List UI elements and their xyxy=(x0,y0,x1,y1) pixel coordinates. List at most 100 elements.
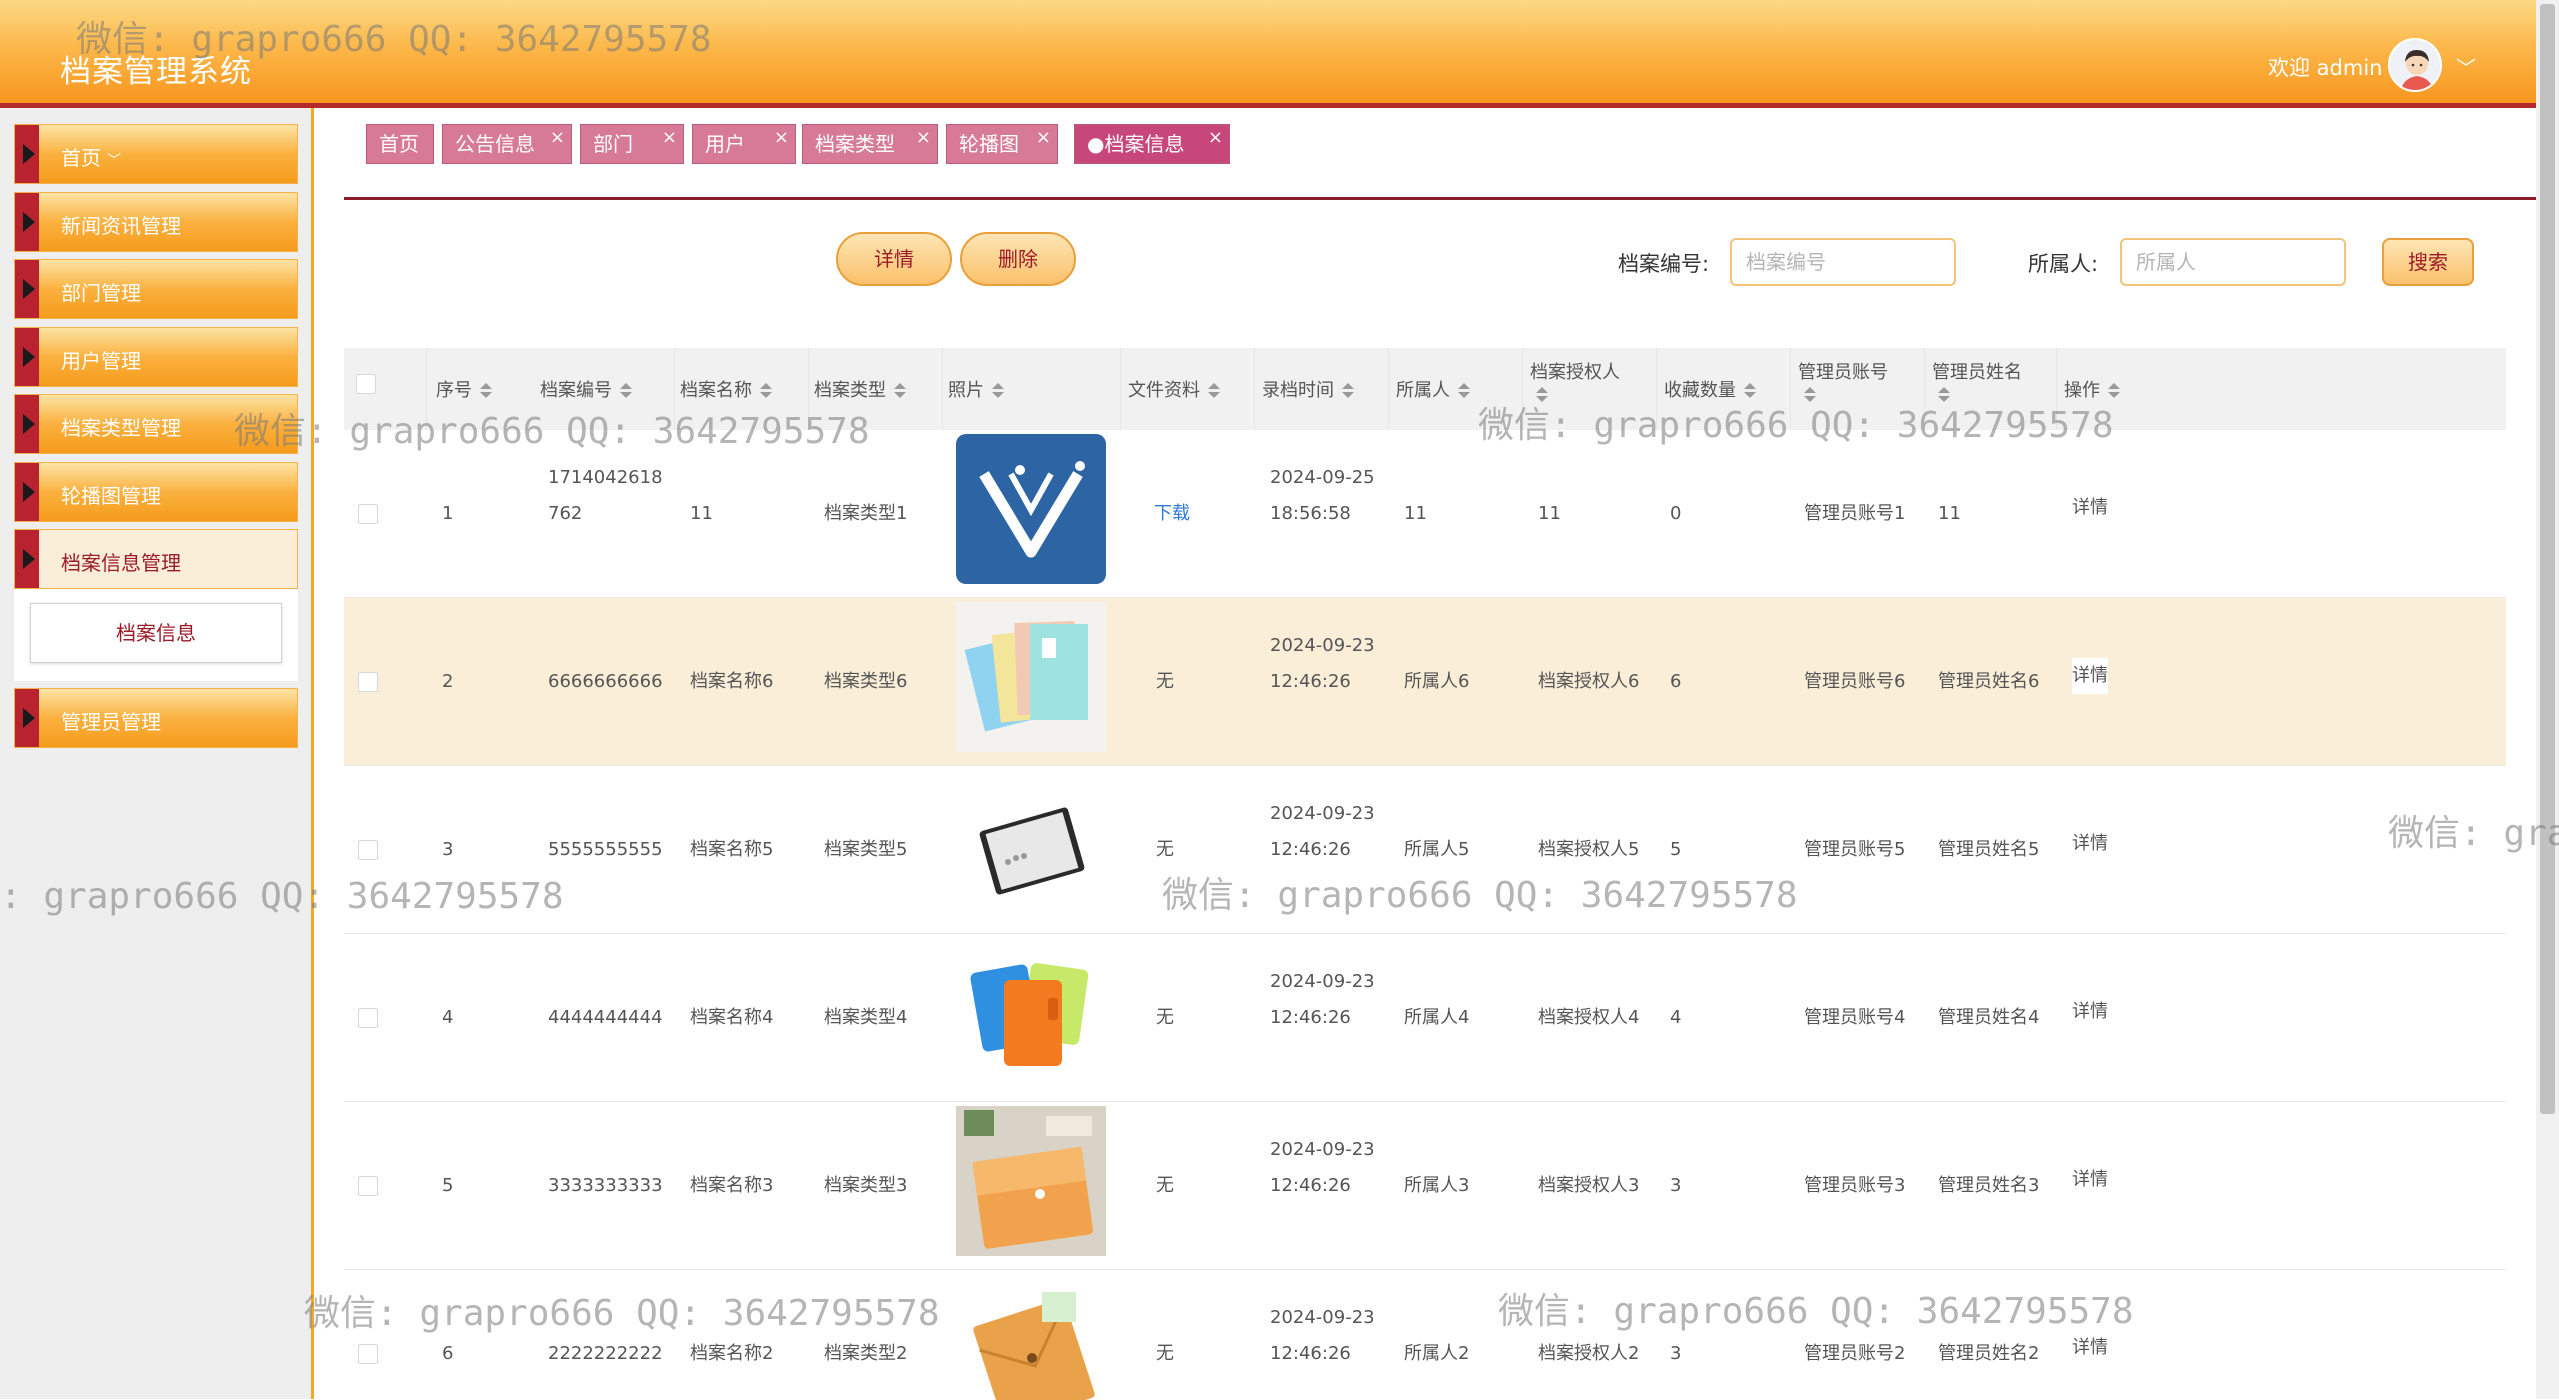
sidebar-item-archive-types[interactable]: 档案类型管理 xyxy=(14,394,298,454)
sidebar-item-archive-info[interactable]: 档案信息管理 xyxy=(14,529,298,589)
cell-owner: 所属人6 xyxy=(1404,671,1470,692)
table-row[interactable]: 4 4444444444 档案名称4 档案类型4 无 2024-09-23 12:… xyxy=(344,934,2506,1102)
cell-archive-name: 档案名称4 xyxy=(690,1007,774,1028)
close-icon[interactable]: × xyxy=(1208,119,1223,157)
cell-admin-name: 管理员姓名4 xyxy=(1938,1007,2040,1028)
tab-archive-info[interactable]: ●档案信息 × xyxy=(1074,124,1230,164)
row-detail-link[interactable]: 详情 xyxy=(2072,994,2108,1030)
sidebar: 首页 ﹀ 新闻资讯管理 部门管理 用户管理 档案类型管理 轮播图管理 档案信息管理… xyxy=(0,108,314,1399)
sidebar-item-news[interactable]: 新闻资讯管理 xyxy=(14,192,298,252)
archive-no-input[interactable] xyxy=(1730,238,1956,286)
col-record-time[interactable]: 录档时间 xyxy=(1262,376,1354,402)
close-icon[interactable]: × xyxy=(916,119,931,157)
tab-announcements[interactable]: 公告信息 × xyxy=(442,124,572,164)
sidebar-item-users[interactable]: 用户管理 xyxy=(14,327,298,387)
vertical-scrollbar[interactable] xyxy=(2536,0,2559,1399)
col-owner[interactable]: 所属人 xyxy=(1396,376,1470,402)
search-button[interactable]: 搜索 xyxy=(2382,238,2474,286)
cell-archive-no: 5555555555 xyxy=(548,839,663,860)
cell-record-time: 2024-09-25 18:56:58 xyxy=(1270,467,1375,524)
table-row[interactable]: 2 6666666666 档案名称6 档案类型6 无 2024-09-23 12:… xyxy=(344,598,2506,766)
col-authorized[interactable]: 档案授权人 xyxy=(1530,358,1620,405)
cell-authorized: 档案授权人4 xyxy=(1538,1007,1640,1028)
col-admin-name[interactable]: 管理员姓名 xyxy=(1932,358,2022,405)
col-actions[interactable]: 操作 xyxy=(2064,376,2120,402)
owner-input[interactable] xyxy=(2120,238,2346,286)
archive-photo xyxy=(956,434,1106,584)
row-checkbox[interactable] xyxy=(358,1176,378,1196)
sidebar-subitem-archive-info[interactable]: 档案信息 xyxy=(30,603,282,663)
col-seq[interactable]: 序号 xyxy=(436,376,492,402)
row-detail-link[interactable]: 详情 xyxy=(2072,490,2108,526)
user-avatar[interactable] xyxy=(2388,38,2442,92)
cell-archive-no: 6666666666 xyxy=(548,671,663,692)
archive-photo xyxy=(956,938,1106,1088)
owner-label: 所属人: xyxy=(2028,252,2099,276)
row-detail-link[interactable]: 详情 xyxy=(2072,658,2108,694)
tab-carousel[interactable]: 轮播图 × xyxy=(946,124,1058,164)
col-archive-no[interactable]: 档案编号 xyxy=(540,376,632,402)
cell-owner: 11 xyxy=(1404,503,1427,524)
user-menu-chevron-icon[interactable]: ﹀ xyxy=(2456,52,2476,81)
sidebar-item-department[interactable]: 部门管理 xyxy=(14,259,298,319)
col-archive-name[interactable]: 档案名称 xyxy=(680,376,772,402)
cell-record-time: 2024-09-23 12:46:26 xyxy=(1270,1139,1375,1196)
cell-archive-type: 档案类型6 xyxy=(824,671,908,692)
sidebar-submenu: 档案信息 xyxy=(14,589,298,681)
table-row[interactable]: 6 2222222222 档案名称2 档案类型2 无 2024-09-23 12:… xyxy=(344,1270,2506,1400)
sidebar-item-label: 用户管理 xyxy=(61,349,141,373)
cell-record-time: 2024-09-23 12:46:26 xyxy=(1270,803,1375,860)
cell-files: 无 xyxy=(1156,1175,1174,1196)
table-row[interactable]: 3 5555555555 档案名称5 档案类型5 无 2024-09-23 12:… xyxy=(344,766,2506,934)
tab-departments[interactable]: 部门 × xyxy=(580,124,684,164)
play-arrow-icon xyxy=(15,125,39,183)
cell-archive-type: 档案类型5 xyxy=(824,839,908,860)
cell-files: 无 xyxy=(1156,1007,1174,1028)
cell-favorites: 4 xyxy=(1670,1007,1682,1028)
cell-archive-type: 档案类型4 xyxy=(824,1007,908,1028)
row-checkbox[interactable] xyxy=(358,504,378,524)
row-checkbox[interactable] xyxy=(358,840,378,860)
row-checkbox[interactable] xyxy=(358,672,378,692)
sidebar-item-label: 轮播图管理 xyxy=(61,484,161,508)
tab-home[interactable]: 首页 xyxy=(366,124,434,164)
cell-favorites: 6 xyxy=(1670,671,1682,692)
cell-favorites: 5 xyxy=(1670,839,1682,860)
app-title: 档案管理系统 xyxy=(60,54,252,90)
row-detail-link[interactable]: 详情 xyxy=(2072,1330,2108,1366)
cell-archive-type: 档案类型1 xyxy=(824,503,908,524)
table-row[interactable]: 1 1714042618 762 11 档案类型1 下载 2024-09-25 18… xyxy=(344,430,2506,598)
cell-admin-account: 管理员账号6 xyxy=(1804,671,1906,692)
download-link[interactable]: 下载 xyxy=(1154,496,1190,532)
cell-seq: 1 xyxy=(442,503,454,524)
row-checkbox[interactable] xyxy=(358,1344,378,1364)
tab-archive-types[interactable]: 档案类型 × xyxy=(802,124,938,164)
close-icon[interactable]: × xyxy=(550,119,565,157)
table-row[interactable]: 5 3333333333 档案名称3 档案类型3 无 2024-09-23 12:… xyxy=(344,1102,2506,1270)
row-checkbox[interactable] xyxy=(358,1008,378,1028)
close-icon[interactable]: × xyxy=(774,119,789,157)
cell-archive-name: 档案名称2 xyxy=(690,1343,774,1364)
col-archive-type[interactable]: 档案类型 xyxy=(814,376,906,402)
row-detail-link[interactable]: 详情 xyxy=(2072,826,2108,862)
welcome-text: 欢迎 admin xyxy=(2268,56,2383,80)
col-files[interactable]: 文件资料 xyxy=(1128,376,1220,402)
col-admin-account[interactable]: 管理员账号 xyxy=(1798,358,1888,405)
row-detail-link[interactable]: 详情 xyxy=(2072,1162,2108,1198)
avatar-icon xyxy=(2390,40,2440,90)
detail-button[interactable]: 详情 xyxy=(836,232,952,286)
sidebar-item-admins[interactable]: 管理员管理 xyxy=(14,688,298,748)
scrollbar-thumb[interactable] xyxy=(2540,4,2555,1114)
delete-button[interactable]: 删除 xyxy=(960,232,1076,286)
select-all-checkbox[interactable] xyxy=(356,374,376,394)
col-photo[interactable]: 照片 xyxy=(948,376,1004,402)
tab-users[interactable]: 用户 × xyxy=(692,124,796,164)
close-icon[interactable]: × xyxy=(1036,119,1051,157)
sidebar-item-home[interactable]: 首页 ﹀ xyxy=(14,124,298,184)
sidebar-item-label: 首页 xyxy=(61,146,101,170)
sidebar-item-carousel[interactable]: 轮播图管理 xyxy=(14,462,298,522)
sort-icon xyxy=(1536,386,1548,404)
sort-icon xyxy=(2108,382,2120,400)
close-icon[interactable]: × xyxy=(662,119,677,157)
col-favorites[interactable]: 收藏数量 xyxy=(1664,376,1756,402)
